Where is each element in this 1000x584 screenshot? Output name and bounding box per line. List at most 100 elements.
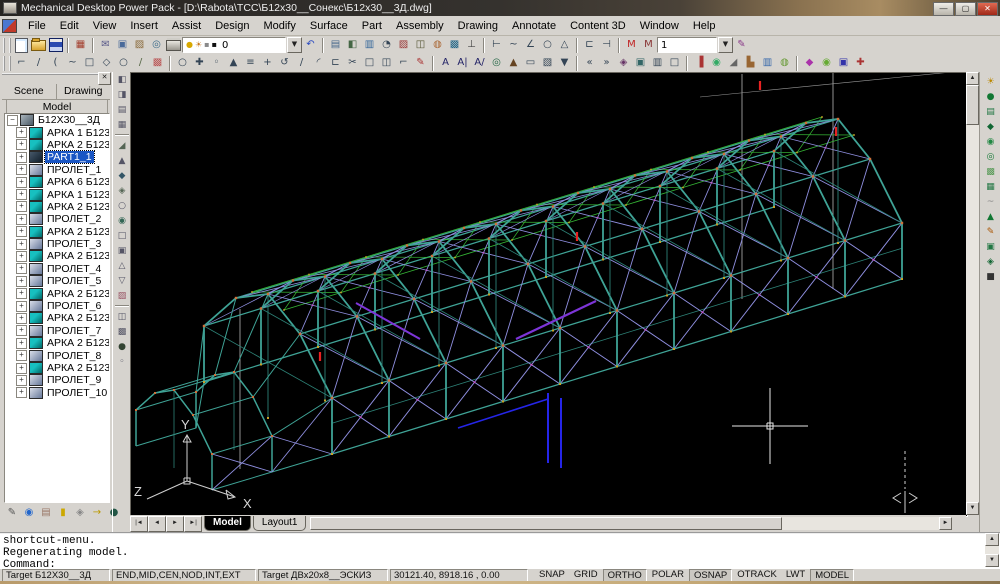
menu-file[interactable]: File (21, 18, 53, 34)
dim-edit-icon[interactable]: ⊏ (581, 37, 598, 53)
dimstyle-combo[interactable]: 1 (657, 37, 717, 53)
combo-dropdown-icon[interactable]: ▼ (287, 37, 302, 53)
expand-icon[interactable]: + (16, 152, 27, 163)
tab-model-space[interactable]: Model (204, 516, 251, 531)
text-style-icon[interactable]: ◎ (488, 55, 505, 71)
tree-item-арка 2 б1230_9[interactable]: +АРКА 2 Б1230_9 (5, 362, 109, 374)
zoom-realtime-icon[interactable]: ◔ (378, 37, 395, 53)
offset-icon[interactable]: + (259, 55, 276, 71)
work-axis-icon[interactable]: ▩ (114, 324, 130, 339)
menu-window[interactable]: Window (633, 18, 686, 34)
line-icon[interactable]: / (30, 55, 47, 71)
tree-item-б12х30__3д[interactable]: −Б12Х30__3Д (5, 114, 109, 126)
dim-radius-icon[interactable]: △ (556, 37, 573, 53)
tree-item-арка 2 б1230_6[interactable]: +АРКА 2 Б1230_6 (5, 287, 109, 299)
tree-item-пролет_6[interactable]: +ПРОЛЕТ_6 (5, 300, 109, 312)
hole-icon[interactable]: ○ (114, 198, 130, 213)
block-icon[interactable]: ▧ (539, 55, 556, 71)
expand-icon[interactable]: + (16, 251, 27, 262)
layer-freeze-sun-icon[interactable]: ☀ (195, 41, 202, 49)
fillet-icon[interactable]: ◉ (114, 213, 130, 228)
minimize-button[interactable]: — (933, 2, 954, 16)
shell-icon[interactable]: ▥ (759, 55, 776, 71)
tree-item-label[interactable]: АРКА 1 Б1230_1 (45, 127, 110, 139)
toggle-otrack[interactable]: OTRACK (733, 569, 781, 580)
chamfer-icon[interactable]: ⌐ (395, 55, 412, 71)
expand-icon[interactable]: + (16, 276, 27, 287)
view-next-icon[interactable]: » (598, 55, 615, 71)
parameters-icon[interactable]: □ (666, 55, 683, 71)
menu-assist[interactable]: Assist (165, 18, 208, 34)
lights-icon[interactable]: ◆ (983, 119, 999, 134)
tree-item-пролет_9[interactable]: +ПРОЛЕТ_9 (5, 374, 109, 386)
tree-item-арка 2 б1230_4[interactable]: +АРКА 2 Б1230_4 (5, 250, 109, 262)
annotation-edit-icon[interactable]: ✎ (733, 37, 750, 53)
pan-icon[interactable]: ◫ (412, 37, 429, 53)
drawing-view-icon[interactable]: ▤ (114, 102, 130, 117)
tab-model[interactable]: Model (6, 99, 108, 114)
part-view-icon[interactable]: ◧ (114, 72, 130, 87)
print-preview-icon[interactable]: ◎ (148, 37, 165, 53)
tree-item-label[interactable]: ПРОЛЕТ_5 (45, 275, 103, 287)
viewport-horizontal-scrollbar[interactable]: ► (310, 517, 966, 530)
extend-icon[interactable]: □ (361, 55, 378, 71)
toggle-lwt[interactable]: LWT (782, 569, 809, 580)
assist-arrow-icon[interactable]: → (89, 505, 105, 520)
library-diamond-icon[interactable]: ◈ (72, 505, 88, 520)
text-align-icon[interactable]: A| (454, 55, 471, 71)
save-file-icon[interactable] (47, 37, 64, 53)
close-button[interactable]: ✕ (977, 2, 998, 16)
move-icon[interactable]: ✚ (191, 55, 208, 71)
materials-library-icon[interactable]: ▩ (983, 164, 999, 179)
revolve-icon[interactable]: ◉ (708, 55, 725, 71)
copy-to-clipboard-icon[interactable]: ▣ (114, 37, 131, 53)
expand-icon[interactable]: + (16, 214, 27, 225)
expand-icon[interactable]: + (16, 201, 27, 212)
toolbar-handle[interactable] (3, 56, 11, 71)
materials-icon[interactable]: ◎ (983, 149, 999, 164)
expand-icon[interactable]: + (16, 127, 27, 138)
expand-icon[interactable]: + (16, 226, 27, 237)
tree-item-label[interactable]: АРКА 6 Б1230_1 (45, 176, 110, 188)
menu-design[interactable]: Design (208, 18, 256, 34)
scale-icon[interactable]: / (293, 55, 310, 71)
extrude-tool-icon[interactable]: ◆ (114, 168, 130, 183)
dim-angular-icon[interactable]: ∠ (522, 37, 539, 53)
tree-item-label[interactable]: АРКА 2 Б1230_7 (45, 312, 110, 324)
chamfer-tool-icon[interactable]: □ (114, 228, 130, 243)
tree-item-пролет_4[interactable]: +ПРОЛЕТ_4 (5, 263, 109, 275)
tree-item-label[interactable]: ПРОЛЕТ_6 (45, 300, 103, 312)
tree-item-label[interactable]: АРКА 2 Б1230_8 (45, 337, 110, 349)
text-icon[interactable]: A (437, 55, 454, 71)
mirror-icon[interactable]: ▲ (225, 55, 242, 71)
tree-item-арка 1 б1230_1[interactable]: + АРКА 1 Б1230_1 (5, 126, 109, 138)
options-wheel-icon[interactable]: ◉ (21, 505, 37, 520)
revolve-tool-icon[interactable]: ◈ (114, 183, 130, 198)
tree-item-пролет_10[interactable]: +ПРОЛЕТ_10 (5, 387, 109, 399)
tab-next-icon[interactable]: ► (166, 516, 184, 532)
tree-item-пролет_5[interactable]: + ПРОЛЕТ_5 (5, 275, 109, 287)
fillet-3d-icon[interactable]: ◍ (776, 55, 793, 71)
menu-drawing[interactable]: Drawing (451, 18, 505, 34)
tree-item-пролет_3[interactable]: +ПРОЛЕТ_3 (5, 238, 109, 250)
tree-item-label[interactable]: ПРОЛЕТ_1 (45, 164, 103, 176)
menu-edit[interactable]: Edit (53, 18, 86, 34)
new-part-icon[interactable]: ◢ (114, 138, 130, 153)
landscape-library-icon[interactable]: ◈ (983, 254, 999, 269)
layer-combo[interactable]: ●☀▪▪0 (182, 37, 286, 53)
combine-icon[interactable]: ▨ (114, 288, 130, 303)
expand-icon[interactable]: + (16, 313, 27, 324)
plot-icon[interactable] (165, 37, 182, 53)
tree-item-label[interactable]: ПРОЛЕТ_3 (45, 238, 103, 250)
expand-icon[interactable]: + (16, 288, 27, 299)
3d-orbit-icon[interactable]: ◍ (429, 37, 446, 53)
menu-content-3d[interactable]: Content 3D (563, 18, 633, 34)
mech-options-icon[interactable]: ▦ (72, 37, 89, 53)
toggle-snap[interactable]: SNAP (535, 569, 569, 580)
insert-arrow-icon[interactable]: ▼ (556, 55, 573, 71)
rectangle-icon[interactable]: □ (81, 55, 98, 71)
stretch-icon[interactable]: ◜ (310, 55, 327, 71)
construction-line-icon[interactable]: ⌐ (13, 55, 30, 71)
tree-item-арка 2 б1230_3[interactable]: +АРКА 2 Б1230_3 (5, 226, 109, 238)
tree-item-label[interactable]: АРКА 2 Б1230_1 (45, 139, 110, 151)
